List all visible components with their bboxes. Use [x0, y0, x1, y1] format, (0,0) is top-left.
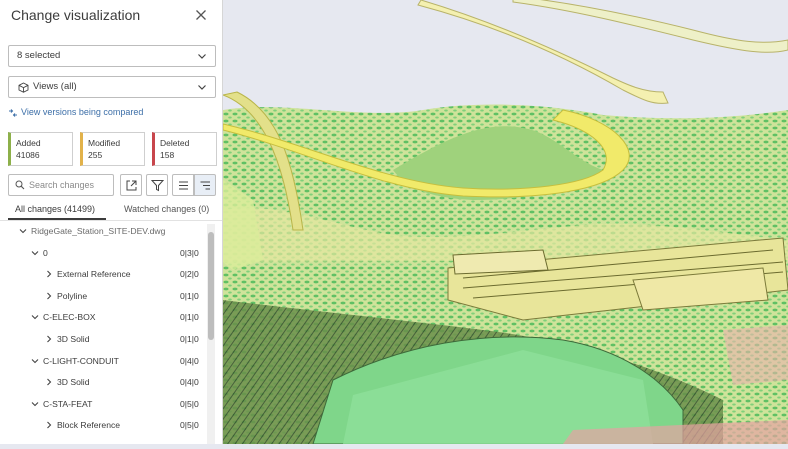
tree-row[interactable]: Block Reference 0|5|0 — [0, 418, 206, 432]
tree-row-counts: 0|5|0 — [180, 398, 199, 409]
tree-row-counts: 0|1|0 — [180, 334, 199, 344]
tree-row[interactable]: C-LIGHT-CONDUIT 0|4|0 — [0, 354, 206, 368]
modified-stat-value: 255 — [88, 150, 103, 160]
added-stat-label: Added — [16, 138, 41, 148]
tree-row-counts: 0|1|0 — [180, 312, 199, 323]
tree-row-counts: 0|5|0 — [180, 440, 199, 444]
modified-stat-card[interactable]: Modified 255 — [80, 132, 145, 166]
tree-row[interactable]: 3D Solid 0|1|0 — [0, 332, 206, 346]
tree-row[interactable]: RidgeGate_Station_SITE-DEV.dwg — [0, 224, 206, 238]
tree-row-counts: 0|2|0 — [180, 269, 199, 280]
tab-watched-changes[interactable]: Watched changes (0) — [124, 204, 209, 214]
selection-dropdown-value: 8 selected — [17, 50, 61, 61]
search-input[interactable] — [29, 177, 111, 193]
site-model-render — [221, 0, 788, 445]
tree-row[interactable]: External Reference 0|2|0 — [0, 267, 206, 281]
tree-row-counts: 0|5|0 — [180, 420, 199, 431]
view-versions-link[interactable]: View versions being compared — [8, 107, 143, 117]
tree-row[interactable]: C-STA-FEAT 0|5|0 — [0, 397, 206, 411]
tree-row-label: C-ELEC-BOX — [43, 312, 96, 323]
chevron-down-icon[interactable] — [30, 354, 40, 368]
tree-row-label: 0 — [43, 247, 48, 258]
chevron-down-icon[interactable] — [30, 397, 40, 411]
export-icon — [126, 180, 137, 191]
tab-divider — [0, 220, 222, 221]
modified-stat-label: Modified — [88, 138, 121, 148]
tree-row-label: C-STA-FEAT — [43, 398, 93, 409]
chevron-down-icon — [198, 85, 206, 90]
chevron-right-icon[interactable] — [44, 289, 54, 303]
tree-row[interactable]: C-ELEC-BOX 0|1|0 — [0, 310, 206, 324]
selection-dropdown[interactable]: 8 selected — [8, 45, 216, 67]
search-box[interactable] — [8, 174, 114, 196]
chevron-down-icon[interactable] — [30, 440, 40, 444]
added-stat-value: 41086 — [16, 150, 40, 160]
tree-row-label: Block Reference — [57, 420, 121, 431]
list-view-button[interactable] — [172, 174, 194, 196]
filter-button[interactable] — [146, 174, 168, 196]
chevron-right-icon[interactable] — [44, 375, 54, 389]
tree-view-button[interactable] — [194, 174, 216, 196]
tree-list-icon — [200, 181, 210, 190]
tree-row[interactable]: 3D Solid 0|4|0 — [0, 375, 206, 389]
tree-scrollbar-thumb[interactable] — [208, 232, 214, 340]
3d-model-viewport[interactable] — [221, 0, 788, 445]
close-icon[interactable] — [193, 7, 209, 23]
tree-row-label: External Reference — [57, 269, 131, 280]
views-dropdown-value: Views (all) — [33, 81, 77, 92]
tree-row[interactable]: 0 0|3|0 — [0, 246, 206, 260]
tree-row-label: Polyline — [57, 290, 88, 301]
tree-row-label: 3D Solid — [57, 377, 90, 388]
chevron-down-icon[interactable] — [30, 246, 40, 260]
chevron-right-icon[interactable] — [44, 267, 54, 281]
view-versions-link-text: View versions being compared — [21, 107, 144, 117]
tree-row-counts: 0|1|0 — [180, 290, 199, 301]
chevron-down-icon[interactable] — [30, 310, 40, 324]
tree-row-counts: 0|4|0 — [180, 355, 199, 366]
tree-row-label: 3D Solid — [57, 334, 90, 344]
added-stat-card[interactable]: Added 41086 — [8, 132, 73, 166]
list-icon — [179, 181, 188, 190]
tree-row-label: RidgeGate_Station_SITE-DEV.dwg — [31, 226, 166, 236]
cube-icon — [18, 82, 29, 93]
panel-title: Change visualization — [11, 7, 141, 23]
compare-icon — [9, 109, 17, 117]
views-dropdown[interactable]: Views (all) — [8, 76, 216, 98]
deleted-stat-label: Deleted — [160, 138, 190, 148]
change-visualization-panel: Change visualization 8 selected Views (a… — [0, 0, 223, 444]
export-button[interactable] — [120, 174, 142, 196]
chevron-right-icon[interactable] — [44, 418, 54, 432]
chevron-down-icon[interactable] — [18, 224, 28, 238]
chevron-down-icon — [198, 54, 206, 59]
tree-row-counts: 0|3|0 — [180, 247, 199, 258]
tree-row[interactable]: Polyline 0|1|0 — [0, 289, 206, 303]
filter-icon — [151, 180, 164, 192]
deleted-stat-card[interactable]: Deleted 158 — [152, 132, 217, 166]
search-icon — [15, 180, 25, 190]
deleted-stat-value: 158 — [160, 150, 175, 160]
chevron-right-icon[interactable] — [44, 332, 54, 346]
tree-row-label: C-LIGHT-CONDUIT — [43, 355, 119, 366]
tree-row[interactable]: C-SUB-PLATFORM 0|5|0 — [0, 440, 206, 444]
tree-row-label: C-SUB-PLATFORM — [43, 440, 119, 444]
tree-row-counts: 0|4|0 — [180, 377, 199, 388]
tab-all-changes[interactable]: All changes (41499) — [15, 204, 95, 214]
